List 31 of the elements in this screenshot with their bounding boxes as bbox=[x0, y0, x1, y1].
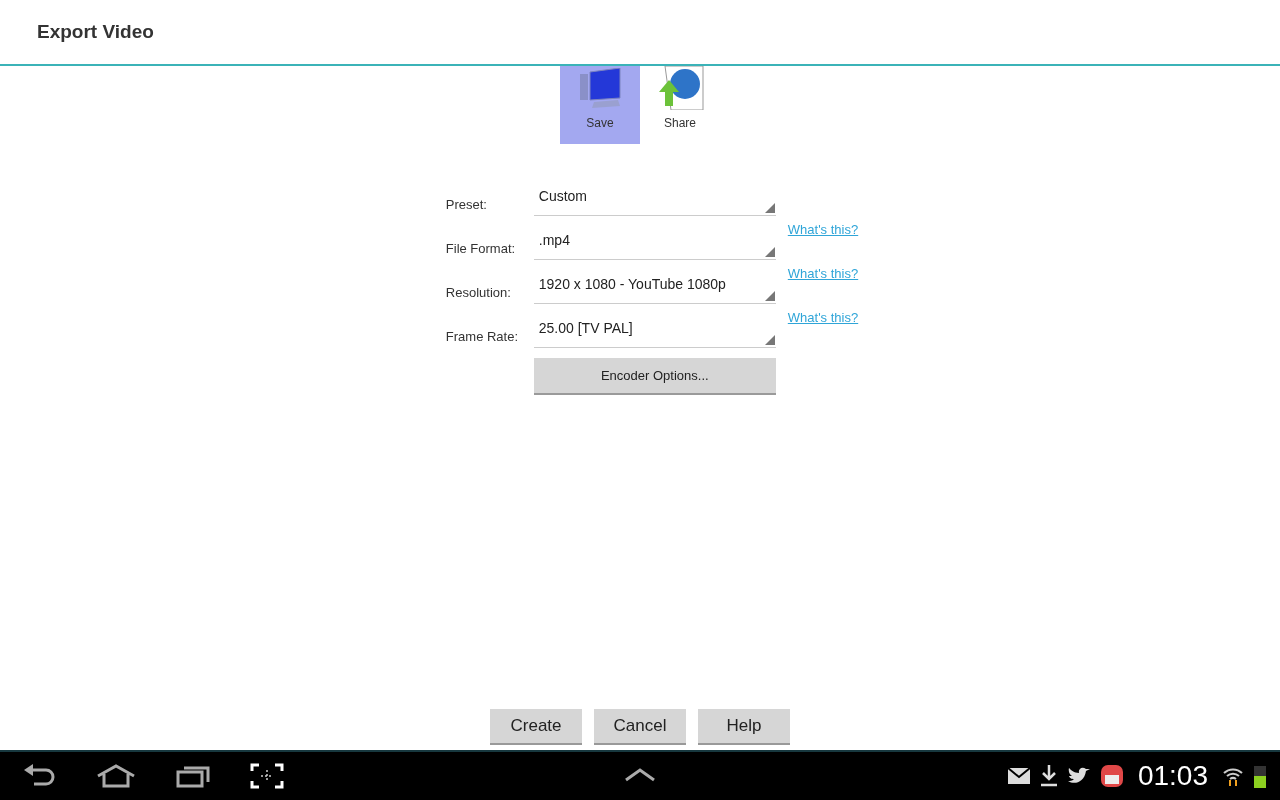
field-label: File Format: bbox=[445, 241, 517, 258]
field-label: Preset: bbox=[445, 197, 488, 214]
field-label: Resolution: bbox=[445, 285, 512, 302]
window-title: Export Video bbox=[37, 21, 154, 43]
dropdown-field[interactable]: 25.00 [TV PAL] bbox=[533, 314, 776, 348]
wifi-icon bbox=[1222, 765, 1244, 787]
dialog-button[interactable]: Create bbox=[490, 709, 582, 745]
mail-icon bbox=[1007, 768, 1030, 784]
download-icon bbox=[1039, 765, 1058, 787]
dropdown-field[interactable]: Custom bbox=[533, 182, 776, 216]
chevron-up-icon[interactable] bbox=[624, 768, 656, 782]
dropdown-corner-icon bbox=[764, 335, 775, 345]
back-icon[interactable] bbox=[22, 764, 56, 788]
encoder-options-button[interactable]: Encoder Options... bbox=[533, 358, 776, 395]
export-target-tab[interactable]: Save bbox=[560, 66, 640, 144]
dropdown-corner-icon bbox=[764, 247, 775, 257]
dropdown-field[interactable]: .mp4 bbox=[533, 226, 776, 260]
home-icon[interactable] bbox=[96, 764, 136, 788]
screenshot-icon[interactable] bbox=[250, 763, 284, 789]
export-target-tab[interactable]: Share bbox=[640, 66, 720, 144]
recent-apps-icon[interactable] bbox=[176, 764, 210, 788]
dropdown-corner-icon bbox=[764, 203, 775, 213]
dialog-button[interactable]: Cancel bbox=[594, 709, 686, 745]
app-icon bbox=[1099, 764, 1124, 788]
clock: 01:03 bbox=[1137, 760, 1208, 792]
dropdown-corner-icon bbox=[764, 291, 775, 301]
bird-icon bbox=[1067, 767, 1090, 785]
dropdown-field[interactable]: 1920 x 1080 - YouTube 1080p bbox=[533, 270, 776, 304]
field-label: Frame Rate: bbox=[445, 329, 520, 346]
battery-icon bbox=[1254, 764, 1266, 788]
dialog-button[interactable]: Help bbox=[698, 709, 790, 745]
